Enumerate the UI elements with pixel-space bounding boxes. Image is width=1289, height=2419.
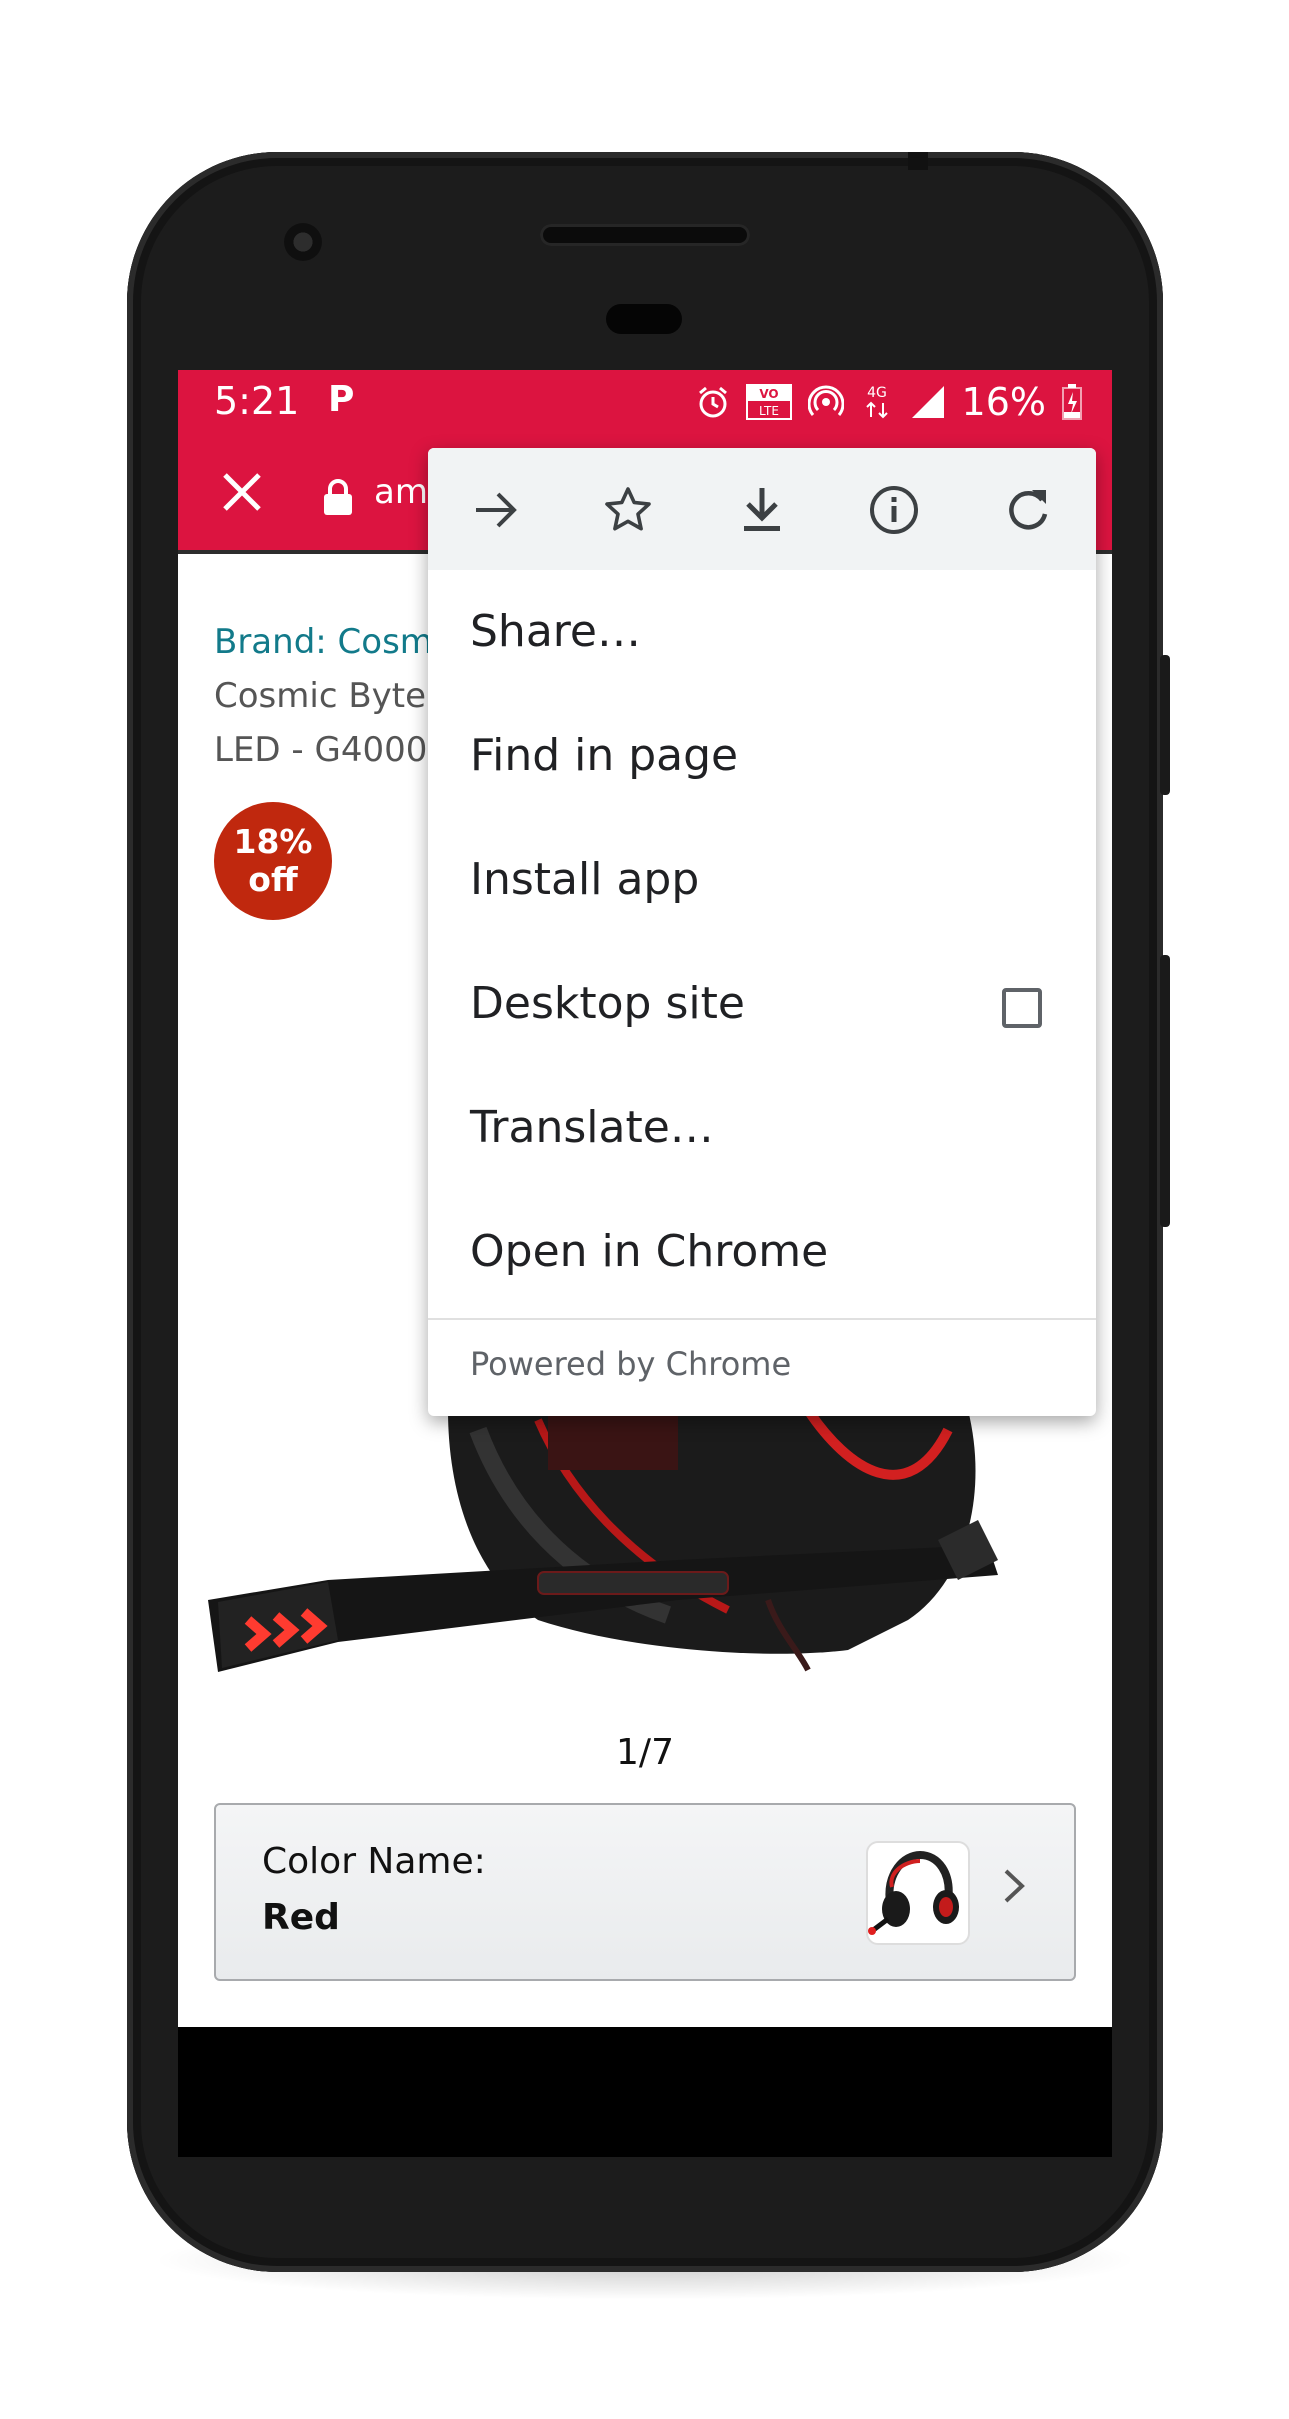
download-icon[interactable] [734,482,790,538]
menu-item-find-in-page[interactable]: Find in page [428,694,1096,818]
overflow-menu: Share… Find in page Install app Desktop … [428,448,1096,1416]
power-button [1160,655,1170,795]
menu-item-translate[interactable]: Translate… [428,1066,1096,1190]
color-selector[interactable]: Color Name: Red [214,1803,1076,1981]
product-image[interactable] [208,1407,1088,1770]
color-thumbnail[interactable] [866,1841,970,1945]
badge-percent: 18% [233,822,313,861]
menu-item-install-app[interactable]: Install app [428,818,1096,942]
info-icon[interactable] [866,482,922,538]
svg-text:VO: VO [759,387,778,401]
signal-icon [910,384,946,420]
star-icon[interactable] [600,482,656,538]
volume-button [1160,955,1170,1227]
battery-charging-icon [1062,384,1082,420]
menu-item-label: Desktop site [470,978,745,1029]
menu-item-label: Share… [470,606,641,657]
product-title-line1[interactable]: Cosmic Byte [214,676,426,716]
url-text[interactable]: am [374,472,428,512]
volte-icon: VO LTE [745,384,792,420]
earpiece-speaker [540,224,750,246]
status-time: 5:21 [214,379,300,423]
svg-text:4G: 4G [867,385,887,401]
hotspot-icon [807,384,844,420]
menu-item-share[interactable]: Share… [428,570,1096,694]
product-title-line2[interactable]: LED - G4000 [214,730,427,770]
battery-percent: 16% [961,380,1046,424]
status-bar: 5:21 P VO LTE 4G 16% [178,370,1112,436]
screen: 5:21 P VO LTE 4G 16% am Brand: Cosm Cosm… [178,370,1112,2027]
network-4g-icon: 4G [860,383,894,421]
alarm-icon [696,385,730,419]
chevron-right-icon [1002,1867,1026,1909]
status-icons: VO LTE 4G 16% [696,380,1082,424]
color-label: Color Name: [262,1841,486,1882]
badge-off: off [248,860,298,899]
discount-badge: 18% off [214,802,332,920]
menu-item-open-in-chrome[interactable]: Open in Chrome [428,1190,1096,1314]
lock-icon [322,478,354,520]
menu-item-label: Open in Chrome [470,1226,829,1277]
svg-text:LTE: LTE [759,404,779,418]
image-counter: 1/7 [616,1732,674,1773]
menu-item-label: Find in page [470,730,739,781]
notification-icon: P [328,379,355,420]
menu-item-label: Translate… [470,1102,714,1153]
screen-bottom-bezel [178,2027,1112,2157]
menu-icon-row [428,448,1096,570]
powered-by-chrome: Powered by Chrome [470,1345,792,1383]
forward-icon[interactable] [468,482,524,538]
front-camera [284,223,322,261]
refresh-icon[interactable] [1000,482,1056,538]
menu-item-label: Install app [470,854,700,905]
brand-link[interactable]: Brand: Cosm [214,622,433,662]
desktop-site-checkbox[interactable] [1002,988,1042,1028]
proximity-sensor [606,304,682,334]
menu-item-desktop-site[interactable]: Desktop site [428,942,1096,1066]
menu-divider [428,1318,1096,1320]
color-value: Red [262,1897,340,1938]
close-icon[interactable] [214,464,270,520]
top-notch [908,152,928,170]
